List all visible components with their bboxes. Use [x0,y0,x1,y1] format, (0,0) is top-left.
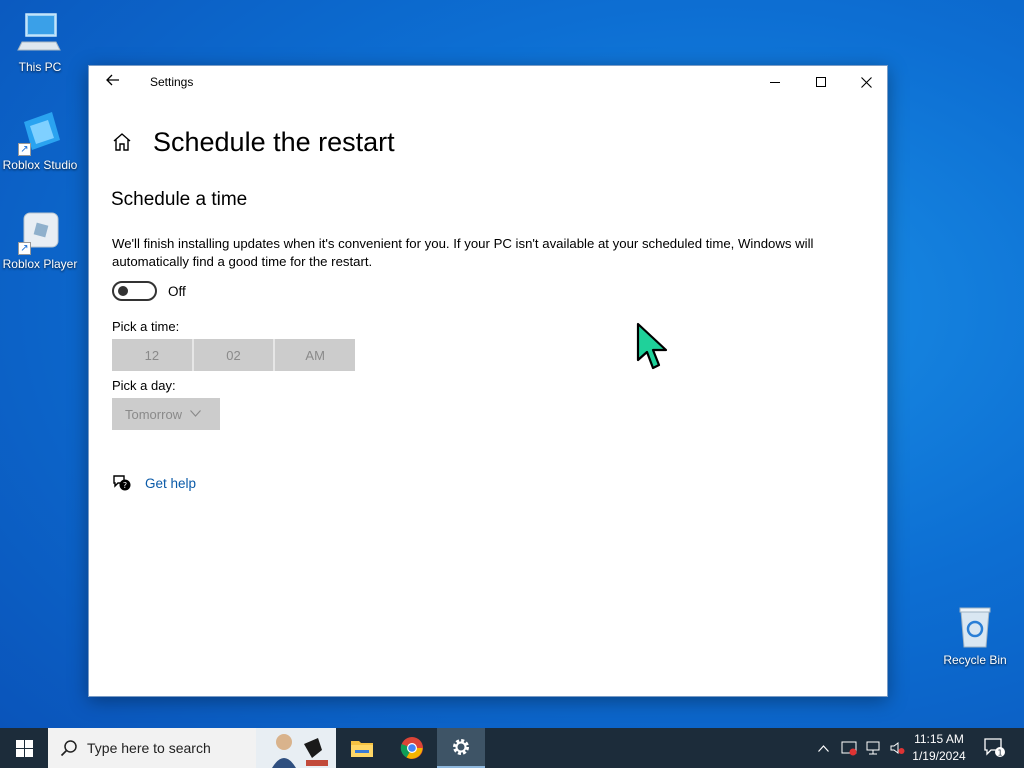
toggle-state-label: Off [168,283,186,299]
desktop-icon-recycle-bin[interactable]: Recycle Bin [935,603,1015,667]
time-label: Pick a time: [112,319,180,334]
taskbar-search-box[interactable]: Type here to search [48,728,336,768]
mouse-cursor-icon [636,322,672,372]
notification-count: 1 [997,748,1002,757]
roblox-player-icon: ↗ [16,207,64,255]
folder-icon [351,741,373,757]
chevron-down-icon [190,408,201,420]
back-arrow-icon[interactable] [101,72,125,92]
desktop-icon-label: Roblox Player [2,257,78,271]
toggle-knob [118,286,128,296]
minimize-button[interactable] [752,66,798,98]
shortcut-arrow-icon: ↗ [18,242,31,255]
windows-logo-icon [15,739,33,757]
shortcut-arrow-icon: ↗ [18,143,31,156]
day-label: Pick a day: [112,378,176,393]
time-picker[interactable]: 12 02 AM [112,339,355,371]
clock-date: 1/19/2024 [912,749,966,763]
recycle-bin-icon [951,603,999,651]
chrome-icon [400,737,423,759]
search-icon [60,740,77,757]
desktop-icon-label: Recycle Bin [943,653,1007,667]
maximize-button[interactable] [798,66,844,98]
help-chat-icon: ? [112,473,132,493]
gear-icon [453,739,469,755]
get-help-link[interactable]: Get help [145,476,196,491]
section-title: Schedule a time [111,189,248,210]
notification-button[interactable]: 1 [980,728,1010,768]
close-icon [860,76,872,88]
title-bar: Settings [89,66,887,98]
time-hour[interactable]: 12 [112,339,194,371]
page-header: Schedule the restart [111,122,395,162]
close-button[interactable] [843,66,889,98]
schedule-toggle-row: Off [112,281,186,301]
desktop-icon-roblox-player[interactable]: ↗ Roblox Player [0,207,80,271]
desktop-icon-this-pc[interactable]: This PC [0,10,80,74]
search-highlight-illustration [256,728,336,768]
system-tray [815,728,909,768]
clock-time: 11:15 AM [914,732,964,746]
settings-window: Settings Schedule the restart Schedule a… [88,65,888,697]
computer-icon [16,10,64,58]
network-icon[interactable] [861,740,885,756]
notification-icon: 1 [984,738,1005,757]
schedule-toggle[interactable] [112,281,157,301]
home-icon[interactable] [111,131,133,153]
volume-muted-icon[interactable] [885,740,909,756]
taskbar: Type here to search 11:15 AM 1/19/2024 1 [0,728,1024,768]
page-title: Schedule the restart [153,126,395,157]
window-title: Settings [150,75,194,89]
minimize-icon [770,82,780,83]
svg-text:?: ? [123,481,127,490]
day-value: Tomorrow [125,406,183,422]
desktop-icon-label: Roblox Studio [2,158,78,172]
get-help-row[interactable]: ? Get help [112,473,196,493]
start-button[interactable] [0,728,48,768]
day-dropdown[interactable]: Tomorrow [112,398,220,430]
description-text: We'll finish installing updates when it'… [112,236,814,269]
desktop-icon-label: This PC [18,60,62,74]
taskbar-file-explorer[interactable] [338,728,386,768]
time-minute[interactable]: 02 [194,339,276,371]
search-placeholder: Type here to search [87,740,211,756]
roblox-studio-icon: ↗ [16,108,64,156]
security-icon[interactable] [837,740,861,756]
chevron-up-icon[interactable] [815,744,831,752]
time-period[interactable]: AM [275,339,355,371]
taskbar-clock[interactable]: 11:15 AM 1/19/2024 [908,731,970,765]
desktop-icon-roblox-studio[interactable]: ↗ Roblox Studio [0,108,80,172]
taskbar-settings[interactable] [437,728,485,768]
maximize-icon [816,77,826,87]
taskbar-chrome[interactable] [388,728,436,768]
